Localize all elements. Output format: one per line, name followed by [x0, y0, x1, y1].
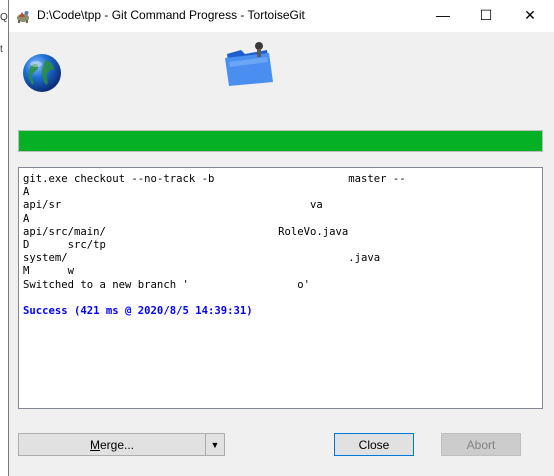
merge-dropdown-button[interactable]: ▼: [206, 434, 224, 455]
log-line: Switched to a new branch ' o': [23, 278, 311, 291]
log-line: api/src/main/ RoleVo.java: [23, 225, 349, 238]
close-button[interactable]: Close: [334, 433, 414, 456]
close-window-button[interactable]: ✕: [508, 0, 552, 30]
abort-button: Abort: [441, 433, 521, 456]
log-line: D src/tp: [23, 238, 106, 251]
folder-icon: [225, 42, 273, 86]
tortoisegit-app-icon: [17, 11, 29, 23]
title-bar[interactable]: D:\Code\tpp - Git Command Progress - Tor…: [9, 0, 554, 32]
maximize-icon: ☐: [479, 6, 493, 23]
log-line: A: [23, 186, 30, 199]
progress-fill: [19, 131, 542, 151]
merge-label: erge...: [99, 437, 135, 452]
globe-icon: [23, 54, 61, 92]
chevron-down-icon: ▼: [210, 439, 220, 450]
log-line: system/ .java: [23, 252, 381, 265]
abort-label: Abort: [466, 437, 496, 452]
log-line: A: [23, 212, 30, 225]
minimize-button[interactable]: —: [421, 0, 465, 30]
window-title: D:\Code\tpp - Git Command Progress - Tor…: [37, 8, 305, 22]
log-line: git.exe checkout --no-track -b master --: [23, 173, 406, 185]
merge-accelerator: M: [89, 437, 100, 452]
command-output-log[interactable]: git.exe checkout --no-track -b master --…: [18, 167, 543, 409]
log-line: api/sr va: [23, 199, 323, 212]
merge-button[interactable]: Merge...: [19, 434, 206, 455]
edge-glyph: Q: [0, 12, 8, 23]
progress-bar: [18, 130, 543, 152]
merge-split-button[interactable]: Merge... ▼: [18, 433, 225, 456]
edge-glyph: t: [0, 44, 3, 55]
git-progress-dialog: D:\Code\tpp - Git Command Progress - Tor…: [8, 0, 554, 476]
log-line: M w: [23, 265, 75, 278]
minimize-icon: —: [436, 7, 450, 23]
close-label: Close: [358, 437, 390, 452]
log-status-line: Success (421 ms @ 2020/8/5 14:39:31): [23, 304, 253, 317]
maximize-button[interactable]: ☐: [464, 0, 508, 30]
close-icon: ✕: [524, 6, 536, 23]
